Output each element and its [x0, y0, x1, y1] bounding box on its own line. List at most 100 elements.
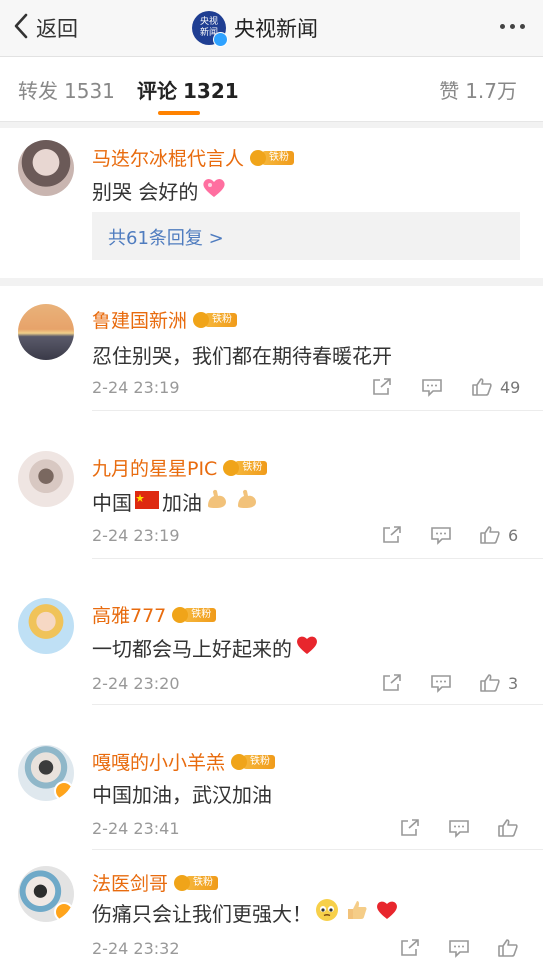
- crown-icon: [223, 459, 240, 476]
- tab-likes-count: 1.7万: [465, 79, 517, 103]
- flexed-biceps-icon: [205, 488, 229, 515]
- comment-icon[interactable]: [429, 672, 453, 694]
- comment-time: 2-24 23:20: [92, 674, 180, 693]
- tab-likes[interactable]: 赞 1.7万: [439, 75, 517, 104]
- crown-icon: [231, 753, 248, 770]
- heart-gift-icon: [201, 177, 227, 204]
- back-button[interactable]: 返回: [12, 12, 78, 44]
- share-icon[interactable]: [398, 817, 422, 839]
- view-replies-link[interactable]: 共61条回复 >: [108, 224, 224, 250]
- comment-time: 2-24 23:19: [92, 378, 180, 397]
- reply-box[interactable]: 共61条回复 >: [92, 212, 520, 260]
- verified-badge-icon: [213, 32, 228, 47]
- comment-author-row: 九月的星星PIC 铁粉: [92, 454, 268, 481]
- comment-text: 一切都会马上好起来的: [92, 633, 322, 662]
- comment-text: 中国 加油: [92, 487, 262, 516]
- tab-comments-label: 评论: [137, 79, 177, 103]
- page-title-group[interactable]: 央视 新闻 央视新闻: [192, 9, 318, 47]
- share-icon[interactable]: [380, 524, 404, 546]
- comment-text-content: 中国加油，武汉加油: [92, 783, 272, 807]
- fan-badge-label: 铁粉: [235, 460, 268, 475]
- comment-author-row: 高雅777 铁粉: [92, 601, 217, 628]
- comment-icon[interactable]: [420, 376, 444, 398]
- comment-item: 法医剑哥 铁粉 伤痛只会让我们更强大！ 2-24 23:32: [0, 850, 543, 971]
- nav-bar: 返回 央视 新闻 央视新闻: [0, 0, 543, 57]
- comment-author-row: 嘎嘎的小小羊羔 铁粉: [92, 748, 276, 775]
- comment-item: 马迭尔冰棍代言人 铁粉 别哭 会好的 共61条回复 >: [0, 128, 543, 278]
- like-icon[interactable]: [478, 672, 502, 694]
- comment-text: 中国加油，武汉加油: [92, 779, 272, 808]
- comment-item: 九月的星星PIC 铁粉 中国 加油 2-24 23:19 6: [0, 411, 543, 559]
- tab-likes-label: 赞: [439, 79, 460, 103]
- crown-icon: [172, 606, 189, 623]
- fan-badge-label: 铁粉: [205, 312, 238, 327]
- comment-text-content: 忍住别哭，我们都在期待春暖花开: [92, 344, 392, 368]
- comment-text-part-2: 加油: [162, 491, 202, 515]
- share-icon[interactable]: [380, 672, 404, 694]
- avatar[interactable]: [18, 598, 74, 654]
- comment-actions: [398, 817, 526, 839]
- tab-comments-count: 1321: [183, 79, 239, 103]
- avatar[interactable]: [18, 866, 74, 922]
- verified-badge-icon: [54, 781, 74, 801]
- red-heart-icon: [295, 634, 319, 661]
- comment-actions: [398, 937, 526, 959]
- avatar[interactable]: [18, 140, 74, 196]
- comment-item: 高雅777 铁粉 一切都会马上好起来的 2-24 23:20 3: [0, 559, 543, 705]
- username[interactable]: 鲁建国新洲: [92, 306, 187, 333]
- like-icon[interactable]: [470, 376, 494, 398]
- comment-icon[interactable]: [429, 524, 453, 546]
- comment-author-row: 马迭尔冰棍代言人 铁粉: [92, 144, 295, 171]
- username[interactable]: 高雅777: [92, 601, 166, 628]
- fan-badge: 铁粉: [231, 752, 276, 771]
- crown-icon: [250, 149, 267, 166]
- comment-item: 鲁建国新洲 铁粉 忍住别哭，我们都在期待春暖花开 2-24 23:19 49: [0, 286, 543, 411]
- fan-badge: 铁粉: [223, 458, 268, 477]
- crown-icon: [193, 311, 210, 328]
- comment-text-content: 别哭 会好的: [92, 180, 199, 204]
- tab-reposts[interactable]: 转发 1531: [18, 75, 115, 104]
- comment-time: 2-24 23:41: [92, 819, 180, 838]
- comment-icon[interactable]: [447, 817, 471, 839]
- active-tab-indicator: [158, 111, 200, 115]
- share-icon[interactable]: [398, 937, 422, 959]
- fan-badge: 铁粉: [193, 310, 238, 329]
- comment-text: 伤痛只会让我们更强大！: [92, 898, 402, 927]
- fan-badge: 铁粉: [174, 873, 219, 892]
- page-title: 央视新闻: [234, 17, 318, 41]
- comment-text: 忍住别哭，我们都在期待春暖花开: [92, 340, 392, 369]
- like-count: 3: [508, 673, 519, 693]
- fan-badge-label: 铁粉: [186, 875, 219, 890]
- tab-bar: 转发 1531 评论 1321 赞 1.7万: [0, 57, 543, 122]
- username[interactable]: 九月的星星PIC: [92, 454, 217, 481]
- comment-text: 别哭 会好的: [92, 176, 230, 205]
- like-count: 49: [500, 377, 521, 397]
- comment-actions: 49: [370, 376, 520, 398]
- china-flag-icon: [135, 490, 159, 514]
- comment-actions: 6: [380, 524, 518, 546]
- fan-badge-label: 铁粉: [243, 754, 276, 769]
- verified-badge-icon: [54, 902, 74, 922]
- comment-item: 嘎嘎的小小羊羔 铁粉 中国加油，武汉加油 2-24 23:41: [0, 705, 543, 850]
- logo-text-1: 央视: [199, 17, 218, 27]
- fan-badge-label: 铁粉: [262, 150, 295, 165]
- username[interactable]: 法医剑哥: [92, 869, 168, 896]
- crown-icon: [174, 874, 191, 891]
- tab-reposts-label: 转发: [18, 79, 58, 103]
- chevron-left-icon: [12, 13, 30, 43]
- avatar[interactable]: [18, 304, 74, 360]
- comment-icon[interactable]: [447, 937, 471, 959]
- like-icon[interactable]: [496, 937, 520, 959]
- tab-comments[interactable]: 评论 1321: [137, 75, 239, 104]
- share-icon[interactable]: [370, 376, 394, 398]
- avatar[interactable]: [18, 451, 74, 507]
- cctv-news-logo: 央视 新闻: [192, 11, 228, 47]
- comment-author-row: 鲁建国新洲 铁粉: [92, 306, 238, 333]
- username[interactable]: 嘎嘎的小小羊羔: [92, 748, 225, 775]
- like-icon[interactable]: [496, 817, 520, 839]
- like-icon[interactable]: [478, 524, 502, 546]
- username[interactable]: 马迭尔冰棍代言人: [92, 144, 244, 171]
- avatar[interactable]: [18, 745, 74, 801]
- more-options-icon[interactable]: [500, 24, 525, 29]
- pleading-face-icon: [315, 898, 339, 927]
